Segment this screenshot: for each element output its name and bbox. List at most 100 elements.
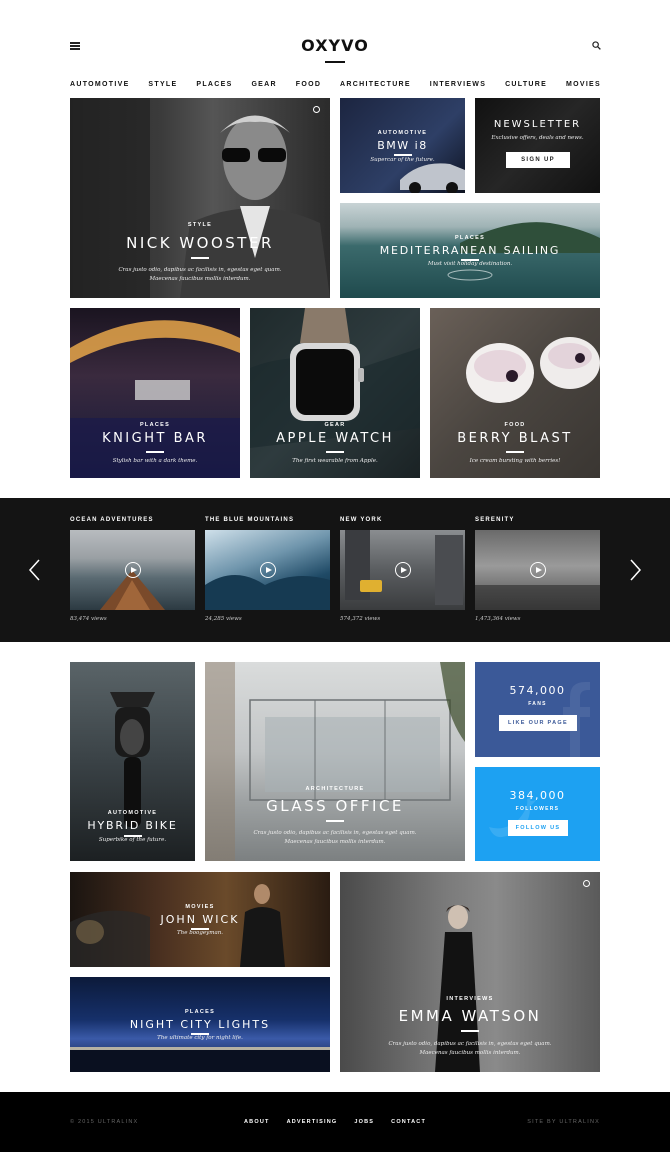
site-logo[interactable]: OXYVO — [0, 36, 670, 55]
article-glass-office[interactable]: ARCHITECTURE GLASS OFFICE Cras justo odi… — [205, 662, 465, 861]
article-title: BMW i8 — [377, 139, 428, 152]
article-excerpt: Superbike of the future. — [98, 837, 167, 843]
footer-links: ABOUT ADVERTISING JOBS CONTACT — [244, 1119, 426, 1125]
chevron-right-icon[interactable] — [628, 559, 642, 581]
chevron-left-icon[interactable] — [28, 559, 42, 581]
video-views: 24,285 views — [205, 616, 242, 622]
bookmark-icon[interactable] — [583, 880, 590, 887]
nav-item-gear[interactable]: GEAR — [251, 81, 276, 88]
title-divider — [326, 451, 344, 453]
article-category: PLACES — [139, 422, 171, 428]
site-credit[interactable]: SITE BY ULTRALINX — [527, 1119, 600, 1125]
nav-item-architecture[interactable]: ARCHITECTURE — [340, 81, 411, 88]
article-title: GLASS OFFICE — [266, 797, 404, 815]
article-excerpt-line1: Cras justo odio, dapibus ac facilisis in… — [253, 830, 417, 836]
video-thumbnail[interactable] — [340, 530, 465, 610]
article-excerpt: The boogeyman. — [176, 930, 224, 936]
nav-item-interviews[interactable]: INTERVIEWS — [430, 81, 486, 88]
article-excerpt-line1: Cras justo odio, dapibus ac facilisis in… — [388, 1041, 552, 1047]
follower-count: 384,000 — [509, 789, 566, 802]
video-title: OCEAN ADVENTURES — [70, 517, 154, 523]
article-mediterranean-sailing[interactable]: PLACES MEDITERRANEAN SAILING Must visit … — [340, 203, 600, 298]
nav-item-movies[interactable]: MOVIES — [566, 81, 601, 88]
video-views: 574,372 views — [340, 616, 381, 622]
article-category: PLACES — [454, 235, 486, 241]
article-apple-watch[interactable]: GEAR APPLE WATCH The first wearable from… — [250, 308, 420, 478]
article-category: MOVIES — [185, 904, 215, 910]
article-nick-wooster[interactable]: STYLE NICK WOOSTER Cras justo odio, dapi… — [70, 98, 330, 298]
article-john-wick[interactable]: MOVIES JOHN WICK The boogeyman. — [70, 872, 330, 967]
nav-item-places[interactable]: PLACES — [196, 81, 232, 88]
copyright: © 2015 ULTRALINX — [70, 1119, 139, 1125]
facebook-widget: 574,000 FANS LIKE OUR PAGE — [475, 662, 600, 757]
article-berry-blast[interactable]: FOOD BERRY BLAST Ice cream bursting with… — [430, 308, 600, 478]
article-excerpt: The ultimate city for night life. — [157, 1035, 243, 1041]
fan-label: FANS — [528, 701, 547, 707]
article-title: HYBRID BIKE — [87, 819, 178, 832]
video-title: SERENITY — [475, 517, 515, 523]
search-icon[interactable] — [592, 41, 601, 50]
article-category: INTERVIEWS — [446, 996, 494, 1002]
video-views: 1,473,364 views — [475, 616, 521, 622]
article-category: ARCHITECTURE — [305, 786, 365, 792]
footer: © 2015 ULTRALINX ABOUT ADVERTISING JOBS … — [0, 1092, 670, 1152]
nav-item-style[interactable]: STYLE — [148, 81, 177, 88]
signup-button[interactable]: SIGN UP — [506, 152, 570, 168]
article-excerpt-line1: Cras justo odio, dapibus ac facilisis in… — [118, 267, 282, 273]
video-thumbnail[interactable] — [70, 530, 195, 610]
video-carousel: OCEAN ADVENTURES 83,474 views THE BLUE M… — [0, 498, 670, 642]
video-thumbnail[interactable] — [205, 530, 330, 610]
video-title: THE BLUE MOUNTAINS — [205, 517, 295, 523]
article-night-city-lights[interactable]: PLACES NIGHT CITY LIGHTS The ultimate ci… — [70, 977, 330, 1072]
article-title: JOHN WICK — [160, 913, 240, 926]
play-icon[interactable] — [260, 562, 276, 578]
title-divider — [326, 820, 344, 822]
title-divider — [146, 451, 164, 453]
ice-cream-image — [466, 337, 600, 403]
play-icon[interactable] — [530, 562, 546, 578]
watch-image — [250, 308, 420, 448]
like-page-button[interactable]: LIKE OUR PAGE — [499, 715, 577, 731]
footer-link-jobs[interactable]: JOBS — [354, 1119, 374, 1125]
bar-interior-image — [70, 320, 240, 478]
video-title: NEW YORK — [340, 517, 383, 523]
play-icon[interactable] — [395, 562, 411, 578]
follow-us-button[interactable]: FOLLOW US — [508, 820, 568, 836]
article-bmw-i8[interactable]: AUTOMOTIVE BMW i8 Supercar of the future… — [340, 98, 465, 193]
article-knight-bar[interactable]: PLACES KNIGHT BAR Stylish bar with a dar… — [70, 308, 240, 478]
article-excerpt: Supercar of the future. — [370, 157, 435, 163]
play-icon[interactable] — [125, 562, 141, 578]
article-hybrid-bike[interactable]: AUTOMOTIVE HYBRID BIKE Superbike of the … — [70, 662, 195, 861]
nav-item-food[interactable]: FOOD — [296, 81, 321, 88]
bookmark-icon[interactable] — [313, 106, 320, 113]
article-excerpt: Stylish bar with a dark theme. — [112, 458, 198, 464]
title-divider — [461, 1030, 479, 1032]
title-divider — [506, 451, 524, 453]
article-excerpt: The first wearable from Apple. — [292, 458, 378, 464]
article-excerpt-line2: Maecenas faucibus mollis interdum. — [419, 1050, 521, 1056]
article-category: PLACES — [184, 1009, 216, 1015]
article-excerpt-line2: Maecenas faucibus mollis interdum. — [149, 276, 251, 282]
logo-underline — [325, 61, 345, 63]
video-thumbnail[interactable] — [475, 530, 600, 610]
title-divider — [191, 257, 209, 259]
nav-item-automotive[interactable]: AUTOMOTIVE — [70, 81, 130, 88]
newsletter-title: NEWSLETTER — [493, 119, 582, 130]
article-category: AUTOMOTIVE — [377, 130, 428, 136]
footer-link-contact[interactable]: CONTACT — [391, 1119, 426, 1125]
article-title: MEDITERRANEAN SAILING — [379, 244, 561, 257]
footer-link-advertising[interactable]: ADVERTISING — [287, 1119, 338, 1125]
article-emma-watson[interactable]: INTERVIEWS EMMA WATSON Cras justo odio, … — [340, 872, 600, 1072]
article-excerpt: Ice cream bursting with berries! — [469, 458, 561, 464]
nav-item-culture[interactable]: CULTURE — [505, 81, 547, 88]
follower-label: FOLLOWERS — [515, 806, 560, 812]
article-category: GEAR — [324, 422, 346, 428]
footer-link-about[interactable]: ABOUT — [244, 1119, 270, 1125]
article-title: NICK WOOSTER — [126, 234, 274, 252]
category-nav: AUTOMOTIVE STYLE PLACES GEAR FOOD ARCHIT… — [70, 81, 601, 88]
article-title: APPLE WATCH — [276, 431, 394, 446]
newsletter-desc: Exclusive offers, deals and news. — [491, 135, 584, 141]
article-title: BERRY BLAST — [457, 431, 573, 446]
article-excerpt-line2: Maecenas faucibus mollis interdum. — [284, 839, 386, 845]
newsletter-box: NEWSLETTER Exclusive offers, deals and n… — [475, 98, 600, 193]
